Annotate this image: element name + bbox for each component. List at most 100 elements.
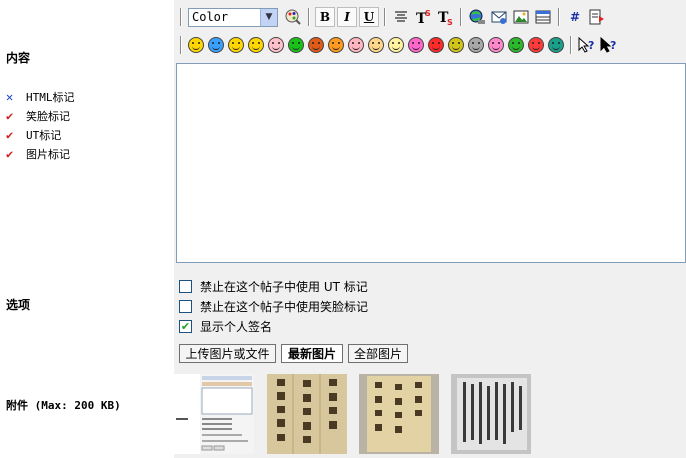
email-icon <box>491 11 507 24</box>
option-disable-ut[interactable]: 禁止在这个帖子中使用 UT 标记 <box>179 277 368 295</box>
angry-smiley-icon[interactable] <box>428 37 444 53</box>
minus-smiley-icon[interactable] <box>508 37 524 53</box>
palette-icon <box>285 9 301 25</box>
permission-label: UT标记 <box>26 128 62 142</box>
help-cursor-icon: ? <box>600 36 616 53</box>
sad-smiley-icon[interactable] <box>208 37 224 53</box>
handwriting-thumbnail-image <box>451 374 531 454</box>
show-signature-checkbox[interactable]: ✔ <box>179 319 192 333</box>
italic-button[interactable]: I <box>337 7 357 27</box>
tab-latest-images[interactable]: 最新图片 <box>281 344 343 363</box>
smile-smiley-icon[interactable] <box>188 37 204 53</box>
format-toolbar: Color ▼ B I U T S T S # <box>176 4 608 30</box>
calligraphy-thumbnail-image <box>267 374 347 454</box>
screenshot-thumbnail-image <box>174 374 254 454</box>
love-smiley-icon[interactable] <box>488 37 504 53</box>
subscript-icon: T S <box>438 10 453 26</box>
option-show-signature[interactable]: ✔ 显示个人签名 <box>179 317 272 335</box>
toolbar-separator <box>180 36 182 54</box>
permission-list: ✕ HTML标记 ✔ 笑脸标记 ✔ UT标记 ✔ 图片标记 <box>6 87 75 163</box>
cool-smiley-icon[interactable] <box>248 37 264 53</box>
palette-button[interactable] <box>283 7 303 27</box>
help-cursor-icon: ? <box>578 36 594 53</box>
grin-smiley-icon[interactable] <box>228 37 244 53</box>
check-icon: ✔ <box>6 108 14 123</box>
sick-smiley-icon[interactable] <box>448 37 464 53</box>
quote-button[interactable] <box>587 7 607 27</box>
attachment-thumbnail[interactable] <box>451 374 531 454</box>
superscript-icon: T S <box>416 9 431 26</box>
svg-text:?: ? <box>610 39 616 52</box>
permission-label: HTML标记 <box>26 90 75 104</box>
permission-item-html: ✕ HTML标记 <box>6 87 75 106</box>
toolbar-separator <box>460 8 462 26</box>
help-button[interactable]: ? <box>577 35 597 55</box>
color-select-value: Color <box>192 10 229 24</box>
superscript-button[interactable]: T S <box>413 7 433 27</box>
check-icon: ✔ <box>6 146 14 161</box>
align-center-button[interactable] <box>391 7 411 27</box>
insert-table-button[interactable] <box>533 7 553 27</box>
insert-link-button[interactable] <box>467 7 487 27</box>
globe-link-icon <box>469 9 485 24</box>
option-disable-smilies[interactable]: 禁止在这个帖子中使用笑脸标记 <box>179 297 368 315</box>
content-label: 内容 <box>6 51 31 65</box>
attachments-label: 附件 (Max: 200 KB) <box>6 399 121 412</box>
option-label: 禁止在这个帖子中使用笑脸标记 <box>200 299 369 314</box>
insert-image-button[interactable] <box>511 7 531 27</box>
option-label: 显示个人签名 <box>200 319 273 334</box>
attachment-thumbnail[interactable] <box>267 374 347 454</box>
tab-all-images[interactable]: 全部图片 <box>348 344 408 363</box>
permission-label: 笑脸标记 <box>26 109 70 123</box>
options-label: 选项 <box>6 298 31 312</box>
wink-smiley-icon[interactable] <box>328 37 344 53</box>
align-center-icon <box>395 11 407 22</box>
svg-text:S: S <box>447 18 453 26</box>
smilies-toolbar: ? ? <box>176 32 620 58</box>
attachment-thumbnail[interactable] <box>359 374 439 454</box>
eyes-smiley-icon[interactable] <box>388 37 404 53</box>
italic-icon: I <box>344 10 350 24</box>
disable-smilies-checkbox[interactable] <box>179 299 192 313</box>
dizzy-smiley-icon[interactable] <box>368 37 384 53</box>
svg-text:?: ? <box>588 39 594 52</box>
shocked-smiley-icon[interactable] <box>408 37 424 53</box>
toolbar-separator <box>180 8 182 26</box>
neutral-smiley-icon[interactable] <box>468 37 484 53</box>
permission-label: 图片标记 <box>26 147 70 161</box>
surprised-smiley-icon[interactable] <box>268 37 284 53</box>
permission-item-ut: ✔ UT标记 <box>6 125 75 144</box>
toolbar-separator <box>558 8 560 26</box>
insert-email-button[interactable] <box>489 7 509 27</box>
question-smiley-icon[interactable] <box>548 37 564 53</box>
toolbar-separator <box>384 8 386 26</box>
label-column: 内容 ✕ HTML标记 ✔ 笑脸标记 ✔ UT标记 ✔ 图片标记 选项 附件 (… <box>0 0 174 458</box>
chevron-down-icon: ▼ <box>260 8 277 26</box>
devil-smiley-icon[interactable] <box>308 37 324 53</box>
toolbar-separator <box>570 36 572 54</box>
hash-button[interactable]: # <box>565 7 585 27</box>
attachment-thumbnail[interactable] <box>174 374 254 454</box>
option-label: 禁止在这个帖子中使用 UT 标记 <box>200 279 368 294</box>
message-textarea[interactable] <box>176 63 686 263</box>
bold-button[interactable]: B <box>315 7 335 27</box>
bold-icon: B <box>319 10 331 24</box>
clown-smiley-icon[interactable] <box>348 37 364 53</box>
calligraphy-thumbnail-image <box>359 374 439 454</box>
table-icon <box>535 10 551 24</box>
green-face-smiley-icon[interactable] <box>288 37 304 53</box>
hash-icon: # <box>569 10 581 24</box>
image-icon <box>513 10 529 24</box>
underline-button[interactable]: U <box>359 7 379 27</box>
mad-smiley-icon[interactable] <box>528 37 544 53</box>
context-help-button[interactable]: ? <box>599 35 619 55</box>
underline-icon: U <box>363 10 375 24</box>
subscript-button[interactable]: T S <box>435 7 455 27</box>
tab-upload[interactable]: 上传图片或文件 <box>179 344 276 363</box>
document-arrow-icon <box>589 9 604 25</box>
toolbar-separator <box>308 8 310 26</box>
disable-ut-checkbox[interactable] <box>179 279 192 293</box>
check-icon: ✔ <box>6 127 14 142</box>
color-select[interactable]: Color ▼ <box>188 7 278 27</box>
smilies-list <box>186 37 566 53</box>
